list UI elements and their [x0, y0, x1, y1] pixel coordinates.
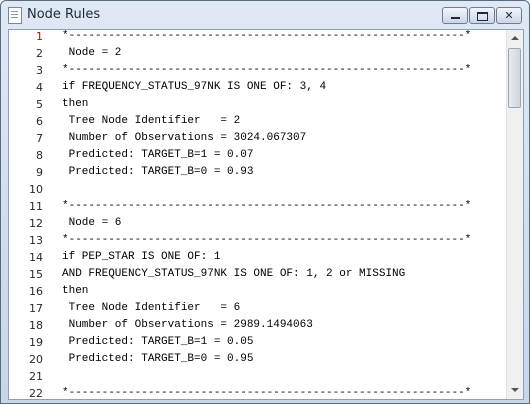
line-number: 17 — [29, 302, 43, 315]
line-number: 7 — [36, 132, 43, 145]
line-number: 14 — [29, 251, 43, 264]
document-icon — [8, 7, 22, 24]
editor-area[interactable]: 1 2 3 4 5 6 7 8 9 10 11 12 13 14 15 16 17 18 19 20 21 22 *---… — [8, 29, 524, 400]
scrollbar-thumb[interactable] — [508, 48, 521, 108]
vertical-scrollbar[interactable] — [506, 30, 523, 399]
node-rules-window: Node Rules ✕ 1 2 3 4 5 6 7 8 9 10 11 12 13 14 15 16 17 18… — [0, 0, 530, 404]
close-button[interactable]: ✕ — [496, 7, 522, 24]
line-number: 22 — [29, 387, 43, 400]
line-number: 13 — [29, 234, 43, 247]
code-line: Node = 6 — [62, 217, 122, 229]
maximize-button[interactable] — [469, 7, 495, 24]
code-line: Tree Node Identifier = 6 — [62, 302, 241, 314]
line-number: 9 — [36, 166, 43, 179]
code-line: Predicted: TARGET_B=1 = 0.07 — [62, 149, 254, 161]
line-number: 6 — [36, 115, 43, 128]
code-line: *---------------------------------------… — [62, 387, 472, 399]
line-number: 19 — [29, 336, 43, 349]
code-line: *---------------------------------------… — [62, 234, 472, 246]
line-number: 10 — [29, 183, 43, 196]
code-line: then — [62, 98, 89, 110]
code-line: Predicted: TARGET_B=0 = 0.93 — [62, 166, 254, 178]
line-number: 2 — [36, 47, 43, 60]
line-number: 15 — [29, 268, 43, 281]
code-line: Node = 2 — [62, 47, 122, 59]
window-title: Node Rules — [27, 7, 101, 22]
minimize-button[interactable] — [442, 7, 468, 24]
line-number: 21 — [29, 370, 43, 383]
minimize-icon — [443, 8, 467, 23]
line-number: 18 — [29, 319, 43, 332]
line-number: 5 — [36, 98, 43, 111]
scroll-up-arrow-icon[interactable] — [507, 30, 523, 47]
scroll-down-arrow-icon[interactable] — [507, 382, 523, 399]
line-number: 1 — [36, 30, 43, 43]
line-number: 4 — [36, 81, 43, 94]
line-number: 16 — [29, 285, 43, 298]
code-line: *---------------------------------------… — [62, 30, 472, 42]
line-number: 20 — [29, 353, 43, 366]
line-number: 3 — [36, 64, 43, 77]
text-content[interactable]: *---------------------------------------… — [62, 30, 502, 399]
code-line: Predicted: TARGET_B=1 = 0.05 — [62, 336, 254, 348]
code-line: *---------------------------------------… — [62, 64, 472, 76]
code-line: if FREQUENCY_STATUS_97NK IS ONE OF: 3, 4 — [62, 81, 327, 93]
line-number: 8 — [36, 149, 43, 162]
title-bar[interactable]: Node Rules ✕ — [1, 1, 529, 29]
code-line: then — [62, 285, 89, 297]
code-line: Tree Node Identifier = 2 — [62, 115, 241, 127]
code-line: AND FREQUENCY_STATUS_97NK IS ONE OF: 1, … — [62, 268, 406, 280]
code-line: Number of Observations = 3024.067307 — [62, 132, 307, 144]
maximize-icon — [470, 8, 494, 23]
line-number: 12 — [29, 217, 43, 230]
close-icon: ✕ — [504, 9, 514, 22]
code-line: if PEP_STAR IS ONE OF: 1 — [62, 251, 221, 263]
code-line: *---------------------------------------… — [62, 200, 472, 212]
code-line: Predicted: TARGET_B=0 = 0.95 — [62, 353, 254, 365]
code-line: Number of Observations = 2989.1494063 — [62, 319, 313, 331]
line-number-gutter: 1 2 3 4 5 6 7 8 9 10 11 12 13 14 15 16 17 18 19 20 21 22 — [9, 30, 56, 399]
line-number: 11 — [29, 200, 43, 213]
